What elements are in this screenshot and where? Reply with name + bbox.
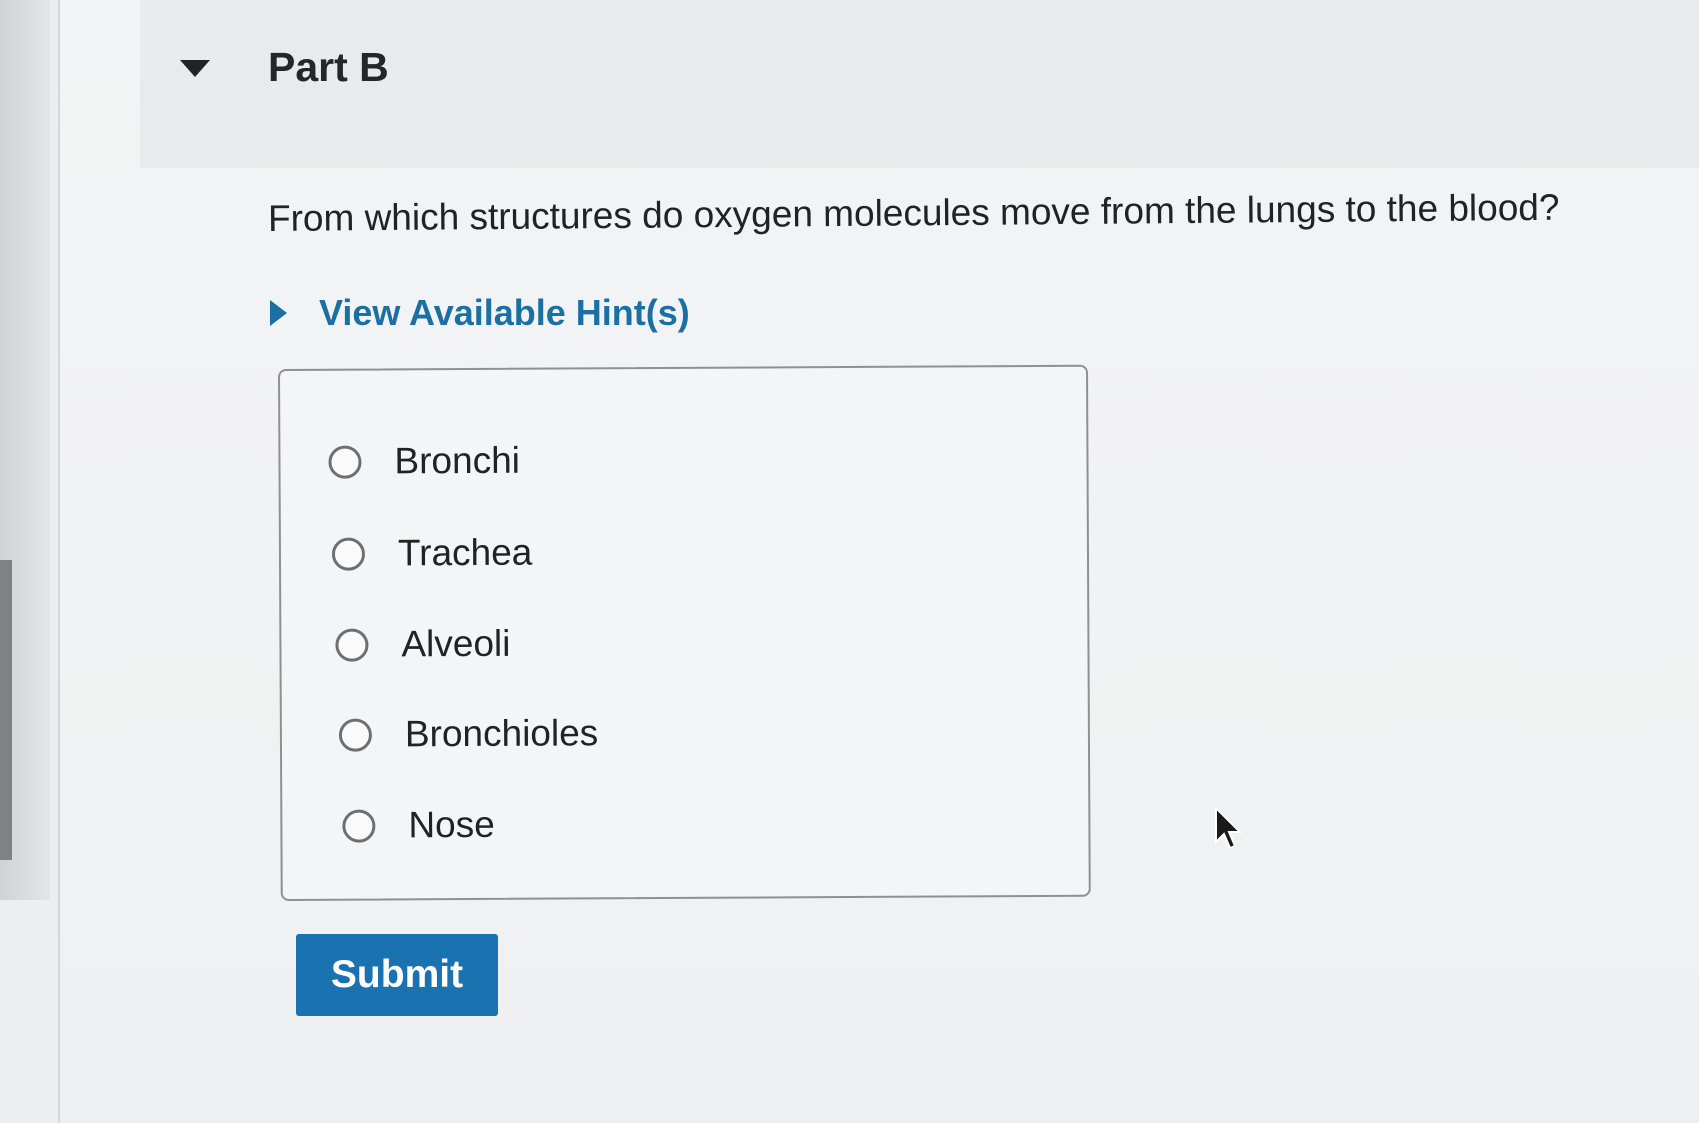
choice-label: Alveoli: [401, 622, 511, 665]
answer-choices-box: Bronchi Trachea Alveoli Bronchioles Nose: [278, 364, 1091, 901]
view-hints-toggle[interactable]: View Available Hint(s): [270, 292, 690, 334]
choice-label: Trachea: [397, 531, 533, 574]
choice-label: Nose: [408, 803, 495, 846]
left-page-shadow: [0, 560, 12, 860]
choice-label: Bronchi: [394, 439, 521, 482]
radio-button[interactable]: [338, 718, 373, 752]
choice-trachea[interactable]: Trachea: [331, 531, 533, 575]
choice-label: Bronchioles: [404, 712, 599, 755]
radio-button[interactable]: [342, 808, 376, 843]
view-hints-label: View Available Hint(s): [319, 292, 690, 333]
choice-nose[interactable]: Nose: [342, 804, 495, 847]
mouse-pointer-icon: [1215, 806, 1243, 850]
choice-bronchioles[interactable]: Bronchioles: [338, 712, 599, 755]
radio-button[interactable]: [335, 628, 369, 662]
radio-button[interactable]: [328, 445, 362, 479]
choice-alveoli[interactable]: Alveoli: [335, 622, 511, 666]
collapse-triangle-icon[interactable]: [180, 60, 210, 77]
expand-triangle-icon: [270, 300, 287, 326]
choice-bronchi[interactable]: Bronchi: [328, 440, 520, 483]
submit-button[interactable]: Submit: [296, 934, 498, 1016]
part-title: Part B: [268, 44, 389, 90]
radio-button[interactable]: [331, 537, 366, 571]
